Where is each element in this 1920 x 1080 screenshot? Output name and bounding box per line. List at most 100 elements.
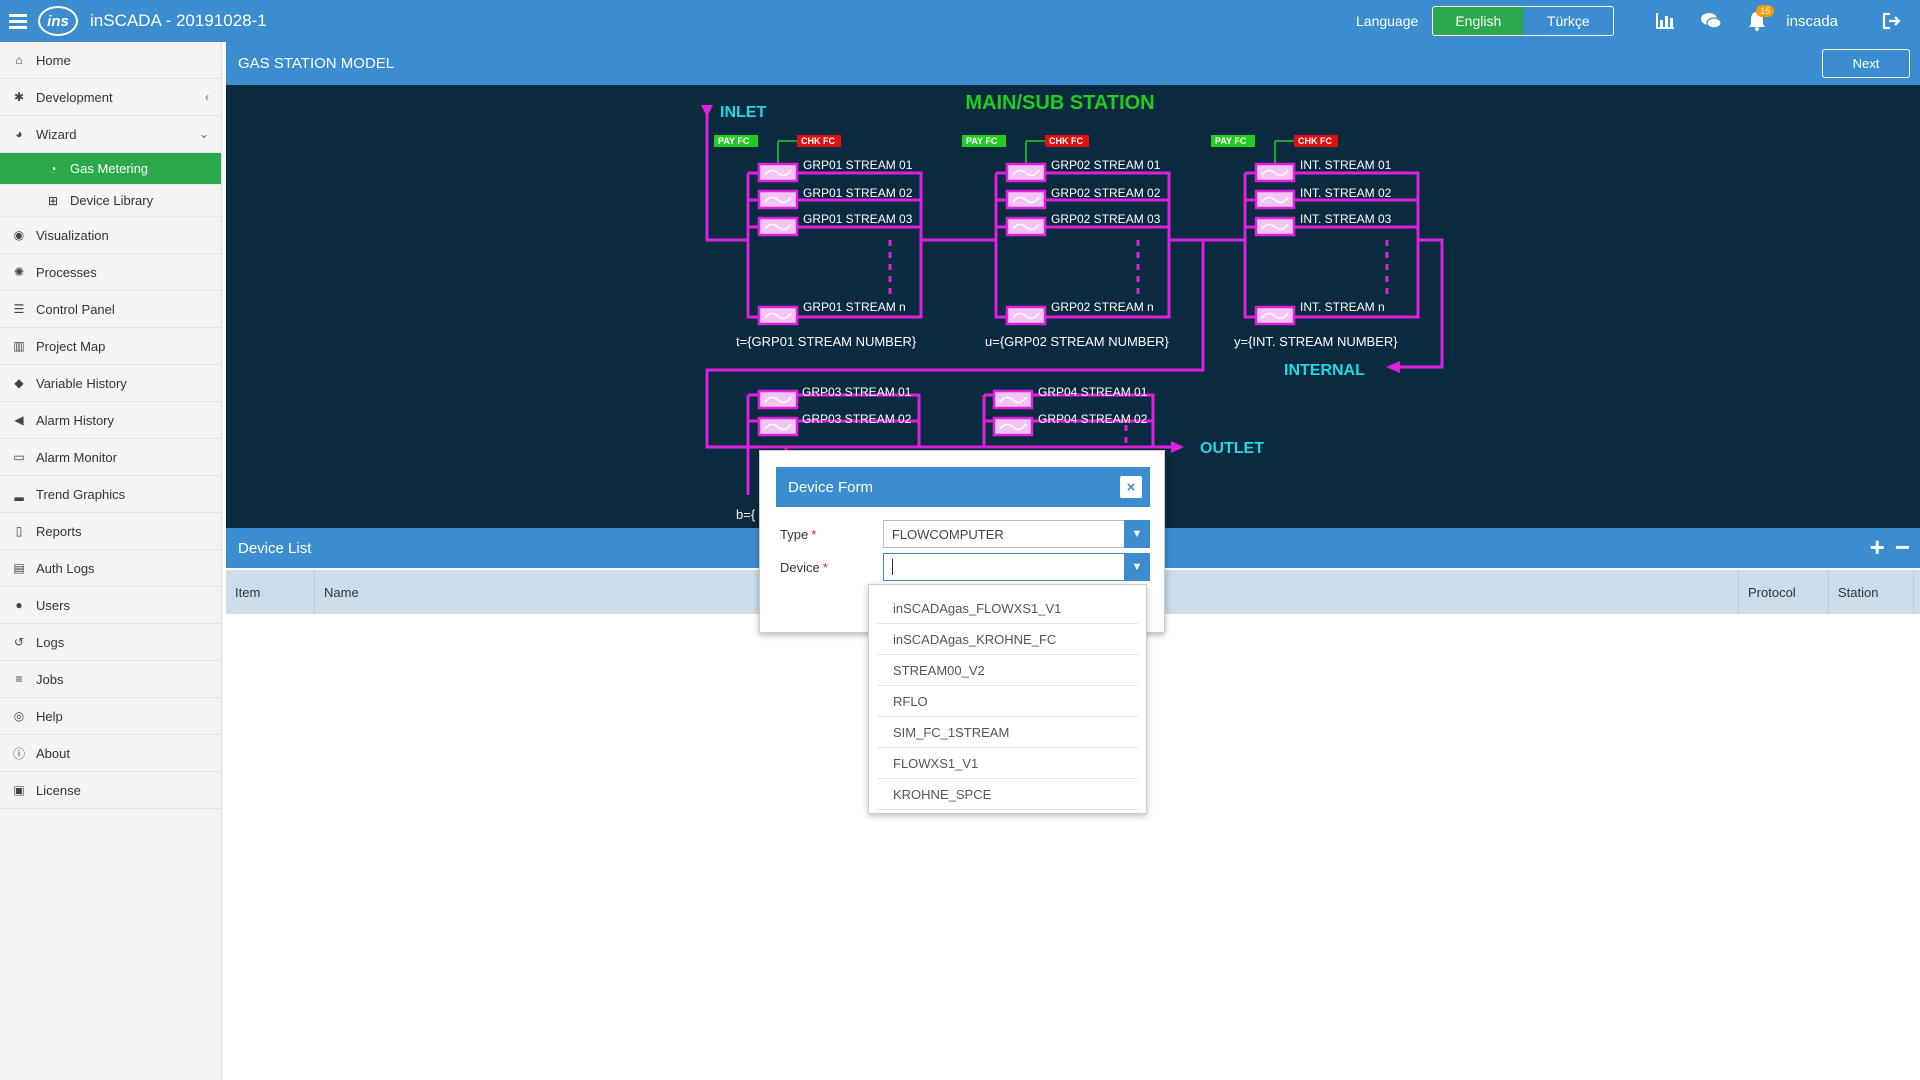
next-button[interactable]: Next [1822,49,1910,78]
sidebar-item-jobs[interactable]: ≡ Jobs [0,661,221,698]
sidebar-item-wizard[interactable]: ◕ Wizard ⌄ [0,116,221,153]
bar-chart-icon[interactable] [1642,0,1688,42]
device-dropdown: inSCADAgas_FLOWXS1_V1 inSCADAgas_KROHNE_… [868,584,1147,814]
stream-label: GRP02 STREAM 03 [1051,212,1161,226]
sidebar-item-project-map[interactable]: ▥ Project Map [0,328,221,365]
sidebar-item-auth-logs[interactable]: ▤ Auth Logs [0,550,221,587]
stream-label: GRP01 STREAM n [803,300,906,314]
sidebar-item-license[interactable]: ▣ License [0,772,221,809]
device-list-title: Device List [238,539,312,557]
info-icon: ⓘ [12,746,25,761]
menu-toggle-icon[interactable] [0,0,36,42]
panel-icon: ☰ [13,302,25,316]
chevron-down-icon[interactable]: ▼ [1124,553,1150,581]
file-icon: ▯ [15,524,23,538]
outlet-arrow-icon [1171,441,1184,453]
globe-icon: ◎ [13,709,25,723]
remove-device-icon[interactable]: − [1895,534,1910,560]
sidebar-item-logs[interactable]: ↺ Logs [0,624,221,661]
dropdown-option[interactable]: FLOWXS1_V1 [877,748,1138,779]
wizard-icon: ◕ [15,127,23,141]
app-logo: ins [38,6,78,36]
modal-header: Device Form × [776,467,1150,507]
notification-badge: 15 [1756,5,1775,17]
megaphone-icon: ◀ [14,413,24,427]
column-item[interactable]: Item [226,570,315,614]
dropdown-option[interactable]: inSCADAgas_FLOWXS1_V1 [877,593,1138,624]
stream-label: GRP03 STREAM 02 [802,412,912,426]
chat-icon[interactable] [1688,0,1734,42]
language-turkish-button[interactable]: Türkçe [1523,7,1613,35]
group-count-label: b={ [736,507,756,522]
close-icon[interactable]: × [1120,476,1142,498]
sidebar-item-development[interactable]: ✱ Development ‹ [0,79,221,116]
eye-icon: ◉ [13,228,25,242]
flow-meter-icon [1005,162,1047,183]
flow-meter-icon [757,216,799,237]
stream-label: GRP02 STREAM n [1051,300,1154,314]
flow-meter-icon [757,389,799,410]
dropdown-option[interactable]: STREAM00_V2 [877,655,1138,686]
flow-meter-icon [1005,216,1047,237]
internal-arrow-icon [1386,361,1400,373]
user-name[interactable]: inscada [1786,13,1838,30]
page-title: GAS STATION MODEL [238,55,395,72]
sidebar-item-help[interactable]: ◎ Help [0,698,221,735]
device-label: Device * [780,559,828,575]
flow-meter-icon [1254,162,1296,183]
chk-fc-label: CHK FC [1049,136,1083,146]
diagram-title: MAIN/SUB STATION [965,92,1154,114]
sidebar-item-users[interactable]: ● Users [0,587,221,624]
column-protocol[interactable]: Protocol [1739,570,1829,614]
license-icon: ▣ [13,783,25,797]
language-switcher: English Türkçe [1432,6,1615,36]
sidebar-item-variable-history[interactable]: ◆ Variable History [0,365,221,402]
flow-meter-icon [757,416,799,437]
home-icon: ⌂ [15,53,23,67]
sitemap-icon: ⊞ [47,193,59,208]
logout-icon[interactable] [1872,0,1912,42]
sidebar-item-control-panel[interactable]: ☰ Control Panel [0,291,221,328]
language-english-button[interactable]: English [1433,7,1524,35]
dropdown-option[interactable]: RFLO [877,686,1138,717]
sidebar-item-alarm-monitor[interactable]: ▭ Alarm Monitor [0,439,221,476]
modal-title: Device Form [788,478,874,496]
dropdown-option[interactable]: KROHNE_SPCE [877,779,1138,810]
sidebar-item-visualization[interactable]: ◉ Visualization [0,217,221,254]
sidebar-item-alarm-history[interactable]: ◀ Alarm History [0,402,221,439]
group-count-label: t={GRP01 STREAM NUMBER} [736,334,917,349]
dropdown-option[interactable]: SIM_FC_1STREAM [877,717,1138,748]
group-count-label: y={INT. STREAM NUMBER} [1234,334,1398,349]
type-row: Type * FLOWCOMPUTER ▼ [780,519,1150,549]
top-bar: ins inSCADA - 20191028-1 Language Englis… [0,0,1920,42]
sidebar-item-processes[interactable]: ✺ Processes [0,254,221,291]
tag-icon: ◆ [14,376,24,390]
sidebar-item-about[interactable]: ⓘ About [0,735,221,772]
device-select[interactable]: ▼ [882,553,1150,581]
flow-meter-icon [1005,189,1047,210]
app-title: inSCADA - 20191028-1 [90,11,267,30]
chevron-down-icon: ⌄ [198,127,209,141]
sidebar-item-reports[interactable]: ▯ Reports [0,513,221,550]
chk-fc-label: CHK FC [801,136,835,146]
bell-icon[interactable]: 15 [1734,0,1780,42]
required-marker: * [822,559,828,575]
chevron-down-icon[interactable]: ▼ [1124,520,1150,548]
flow-meter-icon [992,416,1034,437]
column-station[interactable]: Station [1829,570,1914,614]
text-cursor [891,559,893,575]
type-select[interactable]: FLOWCOMPUTER ▼ [882,520,1150,548]
dropdown-option[interactable]: inSCADAgas_KROHNE_FC [877,624,1138,655]
sidebar-item-device-library[interactable]: ⊞ Device Library [0,185,221,217]
stream-label: INT. STREAM 01 [1300,158,1392,172]
map-icon: ▥ [13,339,25,353]
monitor-icon: ▭ [13,450,25,464]
sidebar-item-home[interactable]: ⌂ Home [0,42,221,79]
sidebar-item-gas-metering[interactable]: ◔ Gas Metering [0,153,221,185]
pay-fc-label: PAY FC [966,136,998,146]
pay-fc-label: PAY FC [718,136,750,146]
add-device-icon[interactable]: + [1870,534,1885,560]
sidebar-item-trend-graphics[interactable]: ▂ Trend Graphics [0,476,221,513]
stream-label: GRP03 STREAM 01 [802,385,912,399]
stream-label: GRP01 STREAM 02 [803,186,913,200]
